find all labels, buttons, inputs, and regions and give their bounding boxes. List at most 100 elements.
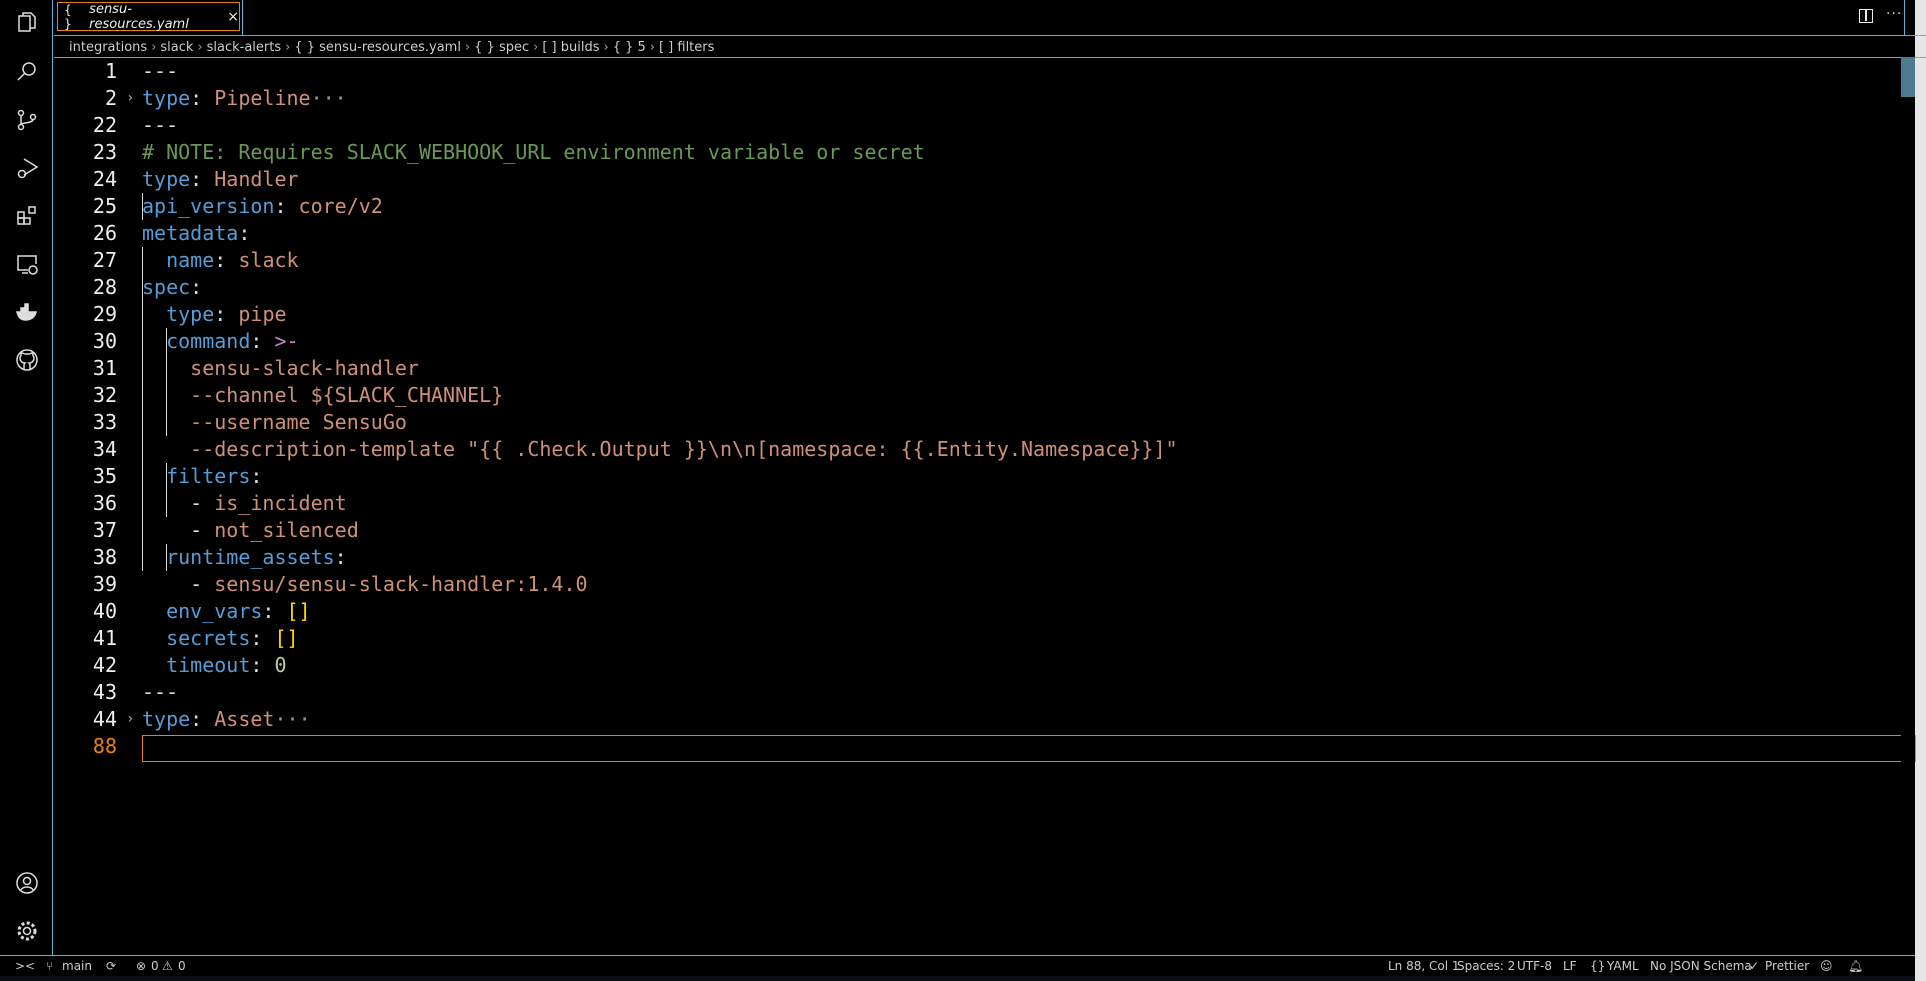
fold-chevron-icon[interactable]: › xyxy=(126,706,134,733)
breadcrumb-item[interactable]: slack-alerts xyxy=(207,40,282,55)
prettier-status[interactable]: Prettier xyxy=(1765,959,1809,973)
line-content: filters: xyxy=(142,463,262,490)
breadcrumb-item[interactable]: [ ] filters xyxy=(659,40,714,55)
line-content: --description-template "{{ .Check.Output… xyxy=(142,436,1177,463)
code-line[interactable]: 30 command: >- xyxy=(54,328,1915,355)
warning-count[interactable]: 0 xyxy=(178,959,186,973)
code-token: # NOTE: Requires SLACK_WEBHOOK_URL envir… xyxy=(142,140,925,164)
breadcrumb-item[interactable]: { } sensu-resources.yaml xyxy=(294,40,461,55)
code-line[interactable]: 38 runtime_assets: xyxy=(54,544,1915,571)
feedback-icon[interactable]: ☺ xyxy=(1820,959,1833,973)
code-token: Pipeline xyxy=(214,86,311,110)
breadcrumb-item[interactable]: [ ] builds xyxy=(542,40,599,55)
language-icon: {} xyxy=(1590,959,1606,973)
vertical-scrollbar[interactable] xyxy=(1901,57,1915,955)
source-control-icon[interactable] xyxy=(14,107,40,133)
remote-indicator[interactable]: >< xyxy=(15,959,35,973)
cursor-position[interactable]: Ln 88, Col 1 xyxy=(1388,959,1460,973)
line-number: 25 xyxy=(92,194,117,218)
account-icon[interactable] xyxy=(14,870,40,896)
code-line[interactable]: 29 type: pipe xyxy=(54,301,1915,328)
extensions-icon[interactable] xyxy=(14,203,40,229)
indent-guide xyxy=(166,463,167,517)
code-line[interactable]: 22 --- xyxy=(54,112,1915,139)
code-line[interactable]: 32 --channel ${SLACK_CHANNEL} xyxy=(54,382,1915,409)
code-line[interactable]: 33 --username SensuGo xyxy=(54,409,1915,436)
code-line[interactable]: 2 › type: Pipeline··· xyxy=(54,85,1915,112)
code-line[interactable]: 36 - is_incident xyxy=(54,490,1915,517)
eol[interactable]: LF xyxy=(1563,959,1577,973)
code-line[interactable]: 24 type: Handler xyxy=(54,166,1915,193)
line-content: metadata: xyxy=(142,220,250,247)
line-content: type: Asset··· xyxy=(142,706,311,733)
line-content: --channel ${SLACK_CHANNEL} xyxy=(142,382,503,409)
indent-guide xyxy=(142,247,143,571)
line-content: secrets: [] xyxy=(142,625,298,652)
code-line[interactable]: 28 spec: xyxy=(54,274,1915,301)
language-mode[interactable]: YAML xyxy=(1607,959,1639,973)
code-token: sensu-slack-handler xyxy=(142,356,419,380)
tab-sensu-resources-yaml[interactable]: { } sensu-resources.yaml × xyxy=(57,2,240,32)
close-icon[interactable]: × xyxy=(227,9,239,25)
code-line[interactable]: 35 filters: xyxy=(54,463,1915,490)
code-line[interactable]: 31 sensu-slack-handler xyxy=(54,355,1915,382)
code-token: type xyxy=(142,167,191,191)
breadcrumb-item[interactable]: { } spec xyxy=(474,40,529,55)
breadcrumb-item[interactable]: { } 5 xyxy=(613,40,646,55)
code-line[interactable]: 26 metadata: xyxy=(54,220,1915,247)
code-line[interactable]: 42 timeout: 0 xyxy=(54,652,1915,679)
explorer-icon[interactable] xyxy=(14,9,40,35)
scrollbar-thumb[interactable] xyxy=(1901,57,1915,97)
code-token: type xyxy=(142,86,191,110)
line-number: 24 xyxy=(92,167,117,191)
encoding[interactable]: UTF-8 xyxy=(1517,959,1552,973)
fold-chevron-icon[interactable]: › xyxy=(126,85,134,112)
line-number: 22 xyxy=(92,113,117,137)
line-number: 26 xyxy=(92,221,117,245)
run-debug-icon[interactable] xyxy=(14,155,40,181)
line-number: 40 xyxy=(92,599,117,623)
code-line[interactable]: 1 --- xyxy=(54,58,1915,85)
code-line[interactable]: 43 --- xyxy=(54,679,1915,706)
code-line[interactable]: 39 - sensu/sensu-slack-handler:1.4.0 xyxy=(54,571,1915,598)
remote-explorer-icon[interactable] xyxy=(14,251,40,277)
breadcrumb-item[interactable]: integrations xyxy=(69,40,147,55)
error-count[interactable]: 0 xyxy=(151,959,159,973)
line-number: 35 xyxy=(92,464,117,488)
tab-divider xyxy=(242,0,243,36)
code-line[interactable]: 40 env_vars: [] xyxy=(54,598,1915,625)
branch-name[interactable]: main xyxy=(62,959,92,973)
indentation[interactable]: Spaces: 2 xyxy=(1457,959,1515,973)
breadcrumb-separator: › xyxy=(197,39,203,55)
code-line[interactable]: 23 # NOTE: Requires SLACK_WEBHOOK_URL env… xyxy=(54,139,1915,166)
window-edge xyxy=(1915,0,1926,981)
line-number: 31 xyxy=(92,356,117,380)
sync-icon[interactable]: ⟳ xyxy=(106,959,116,973)
more-actions-icon[interactable]: ··· xyxy=(1886,6,1902,22)
code-line[interactable]: 37 - not_silenced xyxy=(54,517,1915,544)
gear-icon[interactable] xyxy=(14,918,40,944)
line-number: 42 xyxy=(92,653,117,677)
line-number: 23 xyxy=(92,140,117,164)
code-token: : xyxy=(250,464,263,488)
json-schema[interactable]: No JSON Schema xyxy=(1650,959,1752,973)
code-line[interactable]: 34 --description-template "{{ .Check.Out… xyxy=(54,436,1915,463)
window-bottom xyxy=(0,976,1915,981)
search-icon[interactable] xyxy=(14,59,40,85)
github-icon[interactable] xyxy=(14,347,40,373)
code-line[interactable]: 25 api_version: core/v2 xyxy=(54,193,1915,220)
split-editor-icon[interactable] xyxy=(1859,9,1873,23)
line-number: 29 xyxy=(92,302,117,326)
code-line[interactable]: 27 name: slack xyxy=(54,247,1915,274)
docker-icon[interactable] xyxy=(14,299,40,325)
line-content: - is_incident xyxy=(142,490,347,517)
bell-icon[interactable]: 🔔︎ xyxy=(1848,959,1863,973)
code-line[interactable]: 41 secrets: [] xyxy=(54,625,1915,652)
code-editor[interactable]: 1 --- 2 › type: Pipeline··· 22 --- 23 # NOTE: Re… xyxy=(54,58,1916,954)
code-line[interactable]: 44 › type: Asset··· xyxy=(54,706,1915,733)
line-number: 38 xyxy=(92,545,117,569)
breadcrumb-item[interactable]: slack xyxy=(160,40,193,55)
line-number: 43 xyxy=(92,680,117,704)
